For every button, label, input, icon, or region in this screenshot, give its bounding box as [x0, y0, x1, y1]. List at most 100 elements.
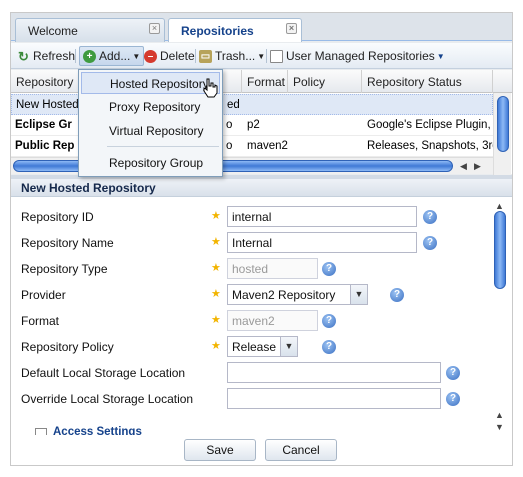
row-type: ed: [227, 99, 240, 111]
scrollbar-thumb[interactable]: [494, 211, 506, 289]
toolbar-divider: [195, 49, 196, 63]
delete-icon: –: [144, 49, 157, 63]
user-managed-label: User Managed Repositories: [286, 49, 435, 63]
help-icon[interactable]: ?: [322, 314, 336, 328]
required-star-icon: ★: [211, 340, 221, 352]
row-status: Releases, Snapshots, 3rd: [367, 140, 493, 152]
format-label: Format: [21, 314, 60, 328]
required-star-icon: ★: [211, 288, 221, 300]
form-vertical-scrollbar[interactable]: ▲ ▲ ▼: [491, 201, 509, 433]
repository-form-panel: New Hosted Repository Repository ID ★ in…: [11, 179, 512, 465]
row-format: maven2: [247, 140, 288, 152]
toolbar-divider: [75, 49, 76, 63]
default-storage-label: Default Local Storage Location: [21, 366, 186, 380]
repository-policy-select[interactable]: Release ▼: [227, 336, 298, 357]
format-field: maven2: [227, 310, 318, 331]
repository-id-field[interactable]: internal: [227, 206, 417, 227]
repository-type-label: Repository Type: [21, 262, 108, 276]
add-label: Add...: [99, 49, 131, 63]
add-icon: +: [83, 49, 96, 63]
tab-repositories-label: Repositories: [181, 24, 254, 38]
help-icon[interactable]: ?: [446, 392, 460, 406]
access-settings-label: Access Settings: [53, 426, 142, 435]
delete-label: Delete: [160, 49, 195, 63]
repository-name-field[interactable]: Internal: [227, 232, 417, 253]
trash-icon: ▭: [199, 49, 212, 63]
form-button-bar: Save Cancel: [11, 436, 489, 465]
required-star-icon: ★: [211, 236, 221, 248]
close-icon[interactable]: ×: [286, 23, 297, 34]
tab-repositories[interactable]: Repositories ×: [168, 18, 302, 42]
repository-policy-value: Release: [232, 340, 277, 354]
help-icon[interactable]: ?: [446, 366, 460, 380]
trash-button[interactable]: ▭ Trash... ▼: [199, 47, 265, 65]
nexus-window: Welcome × Repositories × ↻ Refresh + Add…: [10, 12, 513, 466]
help-icon[interactable]: ?: [423, 236, 437, 250]
help-icon[interactable]: ?: [322, 340, 336, 354]
toolbar-divider: [266, 49, 267, 63]
user-managed-repositories-button[interactable]: User Managed Repositories ▼: [270, 47, 445, 65]
menu-item-virtual-repository[interactable]: Virtual Repository: [81, 120, 220, 142]
document-icon: [270, 49, 283, 63]
help-icon[interactable]: ?: [322, 262, 336, 276]
menu-divider: [107, 146, 219, 147]
help-icon[interactable]: ?: [390, 288, 404, 302]
row-type: o: [226, 140, 233, 152]
refresh-label: Refresh: [33, 49, 76, 63]
scroll-down-icon[interactable]: ▼: [495, 422, 504, 432]
menu-item-repository-group[interactable]: Repository Group: [81, 152, 220, 174]
default-storage-field[interactable]: [227, 362, 441, 383]
chevron-down-icon: ▼: [436, 51, 445, 61]
chevron-down-icon[interactable]: ▼: [280, 337, 297, 356]
row-name: Eclipse Gr: [15, 119, 72, 131]
add-button[interactable]: + Add... ▼: [79, 46, 145, 66]
column-repository-status[interactable]: Repository Status: [362, 70, 493, 93]
repository-id-label: Repository ID: [21, 210, 94, 224]
override-storage-field[interactable]: [227, 388, 441, 409]
menu-item-hosted-repository[interactable]: Hosted Repository: [81, 72, 220, 94]
delete-button[interactable]: – Delete: [144, 47, 195, 65]
row-status: Google's Eclipse Plugin, S: [367, 119, 493, 131]
row-name: New Hosted: [16, 99, 79, 111]
toolbar: ↻ Refresh + Add... ▼ – Delete ▭ Trash...…: [11, 43, 512, 69]
chevron-down-icon: ▼: [257, 51, 266, 61]
row-type: o: [226, 119, 233, 131]
repository-type-field: hosted: [227, 258, 318, 279]
repository-policy-label: Repository Policy: [21, 340, 114, 354]
column-status-label: Repository Status: [367, 75, 462, 89]
required-star-icon: ★: [211, 210, 221, 222]
provider-select[interactable]: Maven2 Repository ▼: [227, 284, 368, 305]
scrollbar-thumb[interactable]: [497, 96, 509, 152]
help-icon[interactable]: ?: [423, 210, 437, 224]
row-format: p2: [247, 119, 260, 131]
scroll-right-icon[interactable]: ▶: [474, 161, 481, 172]
access-settings-fieldset[interactable]: Access Settings: [35, 425, 185, 435]
menu-item-proxy-repository[interactable]: Proxy Repository: [81, 96, 220, 118]
refresh-button[interactable]: ↻ Refresh: [17, 47, 75, 65]
scroll-up-icon[interactable]: ▲: [495, 201, 504, 211]
hand-cursor-icon: [203, 78, 218, 98]
chevron-down-icon[interactable]: ▼: [350, 285, 367, 304]
column-policy[interactable]: Policy: [288, 70, 362, 93]
tab-strip: Welcome × Repositories ×: [11, 13, 512, 42]
row-name: Public Rep: [15, 140, 75, 152]
required-star-icon: ★: [211, 262, 221, 274]
provider-value: Maven2 Repository: [232, 288, 336, 302]
save-button[interactable]: Save: [184, 439, 256, 461]
column-format[interactable]: Format: [242, 70, 288, 93]
close-icon[interactable]: ×: [149, 23, 160, 34]
scroll-up-icon[interactable]: ▲: [495, 410, 504, 420]
repository-name-label: Repository Name: [21, 236, 114, 250]
checkbox-icon[interactable]: [35, 428, 47, 435]
cancel-button[interactable]: Cancel: [265, 439, 337, 461]
override-storage-label: Override Local Storage Location: [21, 392, 194, 406]
required-star-icon: ★: [211, 314, 221, 326]
provider-label: Provider: [21, 288, 66, 302]
grid-vertical-scrollbar[interactable]: [493, 93, 511, 175]
column-repository-label: Repository: [16, 75, 74, 89]
scroll-left-icon[interactable]: ◀: [460, 161, 467, 172]
tab-welcome[interactable]: Welcome ×: [15, 18, 165, 42]
chevron-down-icon: ▼: [132, 51, 141, 61]
refresh-icon: ↻: [18, 48, 29, 64]
tab-welcome-label: Welcome: [28, 24, 78, 38]
